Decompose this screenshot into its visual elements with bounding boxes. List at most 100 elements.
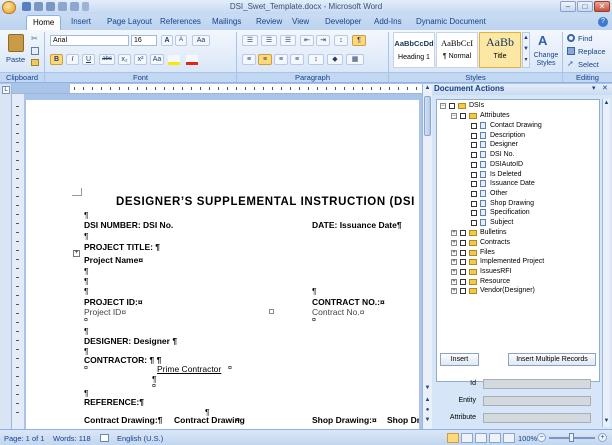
tree-item-vendor-designer[interactable]: Vendor(Designer) [480,286,535,295]
collapse-icon[interactable]: − [451,113,457,119]
tree-item-other[interactable]: Other [490,189,508,198]
tree-item-files[interactable]: Files [480,248,495,257]
help-icon[interactable]: ? [598,17,608,27]
expand-icon[interactable]: + [451,269,457,275]
tree-item-issuance-date[interactable]: Issuance Date [490,179,535,188]
grow-font-button[interactable]: A [161,35,173,46]
scroll-down-arrow[interactable]: ▼ [603,417,610,425]
word-count[interactable]: Words: 118 [53,434,91,443]
checkbox[interactable] [471,133,477,139]
checkbox[interactable] [460,113,466,119]
expand-icon[interactable]: + [451,259,457,265]
find-icon[interactable] [567,34,575,42]
tab-view[interactable]: View [292,17,309,26]
select-icon[interactable]: ➚ [567,60,575,68]
tree-item-dsis[interactable]: DSIs [469,101,484,110]
numbering-button[interactable]: ☰ [261,35,277,46]
data-tree[interactable]: − DSIs − Attributes Contact Drawing Desc… [436,99,600,382]
language-indicator[interactable]: English (U.S.) [117,434,163,443]
tab-references[interactable]: References [160,17,201,26]
tree-item-subject[interactable]: Subject [490,218,513,227]
tree-item-dsi-no[interactable]: DSI No. [490,150,515,159]
superscript-button[interactable]: x² [134,54,147,65]
zoom-in-icon[interactable]: + [598,433,607,442]
scroll-thumb[interactable] [424,96,431,136]
bullets-button[interactable]: ☰ [242,35,258,46]
paste-button[interactable]: Paste [6,55,25,64]
tab-add-ins[interactable]: Add-Ins [374,17,402,26]
tab-page-layout[interactable]: Page Layout [107,17,152,26]
tree-item-contact-drawing[interactable]: Contact Drawing [490,121,542,130]
tree-item-attributes[interactable]: Attributes [480,111,510,120]
zoom-slider-thumb[interactable] [569,433,574,442]
subscript-button[interactable]: x₂ [118,54,131,65]
prime-contractor-field[interactable]: Prime Contractor [157,364,221,374]
maximize-button[interactable]: □ [577,1,593,12]
checkbox[interactable] [460,269,466,275]
copy-icon[interactable] [31,47,39,55]
tab-mailings[interactable]: Mailings [212,17,241,26]
next-page-icon[interactable]: ▼ [423,416,432,425]
attribute-field[interactable] [483,413,591,423]
tree-item-contracts[interactable]: Contracts [480,238,510,247]
highlight-color-icon[interactable] [168,55,180,65]
tab-review[interactable]: Review [256,17,282,26]
clear-formatting-button[interactable]: Aa [192,35,210,46]
proofing-icon[interactable] [100,434,109,442]
collapse-icon[interactable]: − [440,103,446,109]
zoom-out-icon[interactable]: − [537,433,546,442]
checkbox[interactable] [471,123,477,129]
align-left-button[interactable]: ≡ [242,54,256,65]
replace-icon[interactable] [567,47,575,55]
checkbox[interactable] [471,152,477,158]
checkbox[interactable] [471,162,477,168]
underline-button[interactable]: U [82,54,95,65]
scroll-up-arrow[interactable]: ▲ [423,84,432,93]
table-move-handle[interactable]: + [73,250,80,257]
close-button[interactable]: ✕ [594,1,610,12]
checkbox[interactable] [460,250,466,256]
checkbox[interactable] [449,103,455,109]
expand-icon[interactable]: + [451,240,457,246]
previous-page-icon[interactable]: ▲ [423,396,432,405]
paste-icon[interactable] [8,34,24,52]
format-painter-icon[interactable] [31,59,39,66]
entity-field[interactable] [483,396,591,406]
replace-button[interactable]: Replace [578,47,606,56]
select-browse-object-icon[interactable]: ● [423,406,432,415]
full-screen-view-icon[interactable] [461,433,473,443]
contract-drawing-field[interactable]: Contract Drawing [174,415,245,425]
tree-item-designer[interactable]: Designer [490,140,518,149]
cut-icon[interactable]: ✂ [31,35,39,43]
expand-icon[interactable]: + [451,250,457,256]
checkbox[interactable] [471,172,477,178]
shrink-font-button[interactable]: A [175,35,187,46]
tree-item-issuesrfi[interactable]: IssuesRFI [480,267,512,276]
tree-item-bulletins[interactable]: Bulletins [480,228,506,237]
strikethrough-button[interactable]: abc [99,54,115,65]
project-name-field[interactable]: Project Name¤ [84,255,143,265]
insert-button[interactable]: Insert [440,353,479,366]
page-count[interactable]: Page: 1 of 1 [4,434,44,443]
tab-dynamic-document[interactable]: Dynamic Document [416,17,486,26]
align-right-button[interactable]: ≡ [274,54,288,65]
shading-button[interactable]: ◆ [327,54,343,65]
increase-indent-button[interactable]: ⇥ [316,35,330,46]
print-layout-view-icon[interactable] [447,433,459,443]
font-size-select[interactable]: 16 [131,35,157,46]
expand-icon[interactable]: + [451,230,457,236]
tree-item-description[interactable]: Description [490,131,525,140]
horizontal-ruler[interactable] [12,84,428,94]
font-family-select[interactable]: Arial [50,35,129,46]
shop-drawing-field[interactable]: Shop Dra [387,415,419,425]
justify-button[interactable]: ≡ [290,54,304,65]
expand-icon[interactable]: + [451,279,457,285]
outline-view-icon[interactable] [489,433,501,443]
checkbox[interactable] [471,220,477,226]
tree-item-is-deleted[interactable]: Is Deleted [490,170,522,179]
checkbox[interactable] [460,259,466,265]
font-color-icon[interactable] [186,55,198,65]
pane-options-icon[interactable]: ▾ [592,85,600,93]
find-button[interactable]: Find [578,34,593,43]
checkbox[interactable] [471,181,477,187]
